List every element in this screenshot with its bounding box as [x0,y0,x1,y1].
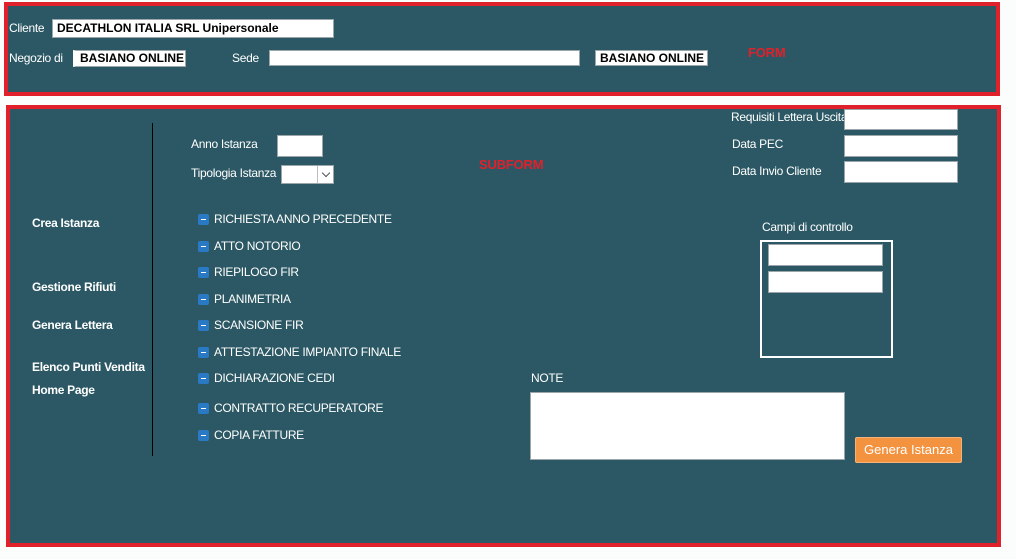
requisiti-input[interactable] [844,109,958,130]
nav-crea-istanza[interactable]: Crea Istanza [32,216,99,230]
collapse-icon[interactable] [198,429,209,441]
checklist-item[interactable]: RICHIESTA ANNO PRECEDENTE [198,211,392,227]
form-tag: FORM [748,45,786,60]
controllo-field-1[interactable] [768,244,883,266]
form-panel [4,2,1000,96]
data-pec-input[interactable] [844,135,958,157]
nav-elenco-punti-vendita[interactable]: Elenco Punti Vendita [32,360,145,374]
tipologia-select[interactable] [281,165,334,184]
anno-label: Anno Istanza [191,137,258,151]
anno-input[interactable] [277,135,323,157]
checklist-item[interactable]: PLANIMETRIA [198,291,291,307]
cliente-label: Cliente [9,21,45,35]
subform-tag: SUBFORM [479,157,544,172]
nav-divider [152,123,153,456]
collapse-icon[interactable] [198,240,209,252]
note-label: NOTE [531,371,564,385]
nav-genera-lettera[interactable]: Genera Lettera [32,318,113,332]
collapse-icon[interactable] [198,346,209,358]
collapse-icon[interactable] [198,319,209,331]
data-pec-label: Data PEC [732,137,783,151]
nav-gestione-rifiuti[interactable]: Gestione Rifiuti [32,280,116,294]
chevron-down-icon[interactable] [317,166,333,183]
campi-label: Campi di controllo [762,220,853,234]
checklist-item[interactable]: COPIA FATTURE [198,427,304,443]
collapse-icon[interactable] [198,293,209,305]
negozio-field[interactable]: BASIANO ONLINE [73,50,186,67]
genera-istanza-button[interactable]: Genera Istanza [855,437,962,463]
checklist-item[interactable]: ATTESTAZIONE IMPIANTO FINALE [198,344,401,360]
checklist-item[interactable]: SCANSIONE FIR [198,317,304,333]
checklist-item[interactable]: DICHIARAZIONE CEDI [198,370,335,386]
collapse-icon[interactable] [198,266,209,278]
collapse-icon[interactable] [198,372,209,384]
note-textarea[interactable] [530,392,845,460]
checklist-item[interactable]: ATTO NOTORIO [198,238,301,254]
nav-home-page[interactable]: Home Page [32,383,95,397]
checklist-item[interactable]: CONTRATTO RECUPERATORE [198,400,384,416]
requisiti-label: Requisiti Lettera Uscita [731,110,848,124]
collapse-icon[interactable] [198,402,209,414]
data-invio-label: Data Invio Cliente [732,164,822,178]
sede-name-field[interactable]: BASIANO ONLINE [595,50,708,66]
negozio-label: Negozio di [9,51,63,65]
controllo-field-2[interactable] [768,271,883,293]
tipologia-label: Tipologia Istanza [191,166,277,180]
collapse-icon[interactable] [198,213,209,225]
sede-field[interactable] [269,50,580,66]
data-invio-input[interactable] [844,161,958,183]
cliente-field[interactable]: DECATHLON ITALIA SRL Unipersonale [52,19,334,38]
checklist-item[interactable]: RIEPILOGO FIR [198,264,299,280]
sede-label: Sede [232,51,259,65]
